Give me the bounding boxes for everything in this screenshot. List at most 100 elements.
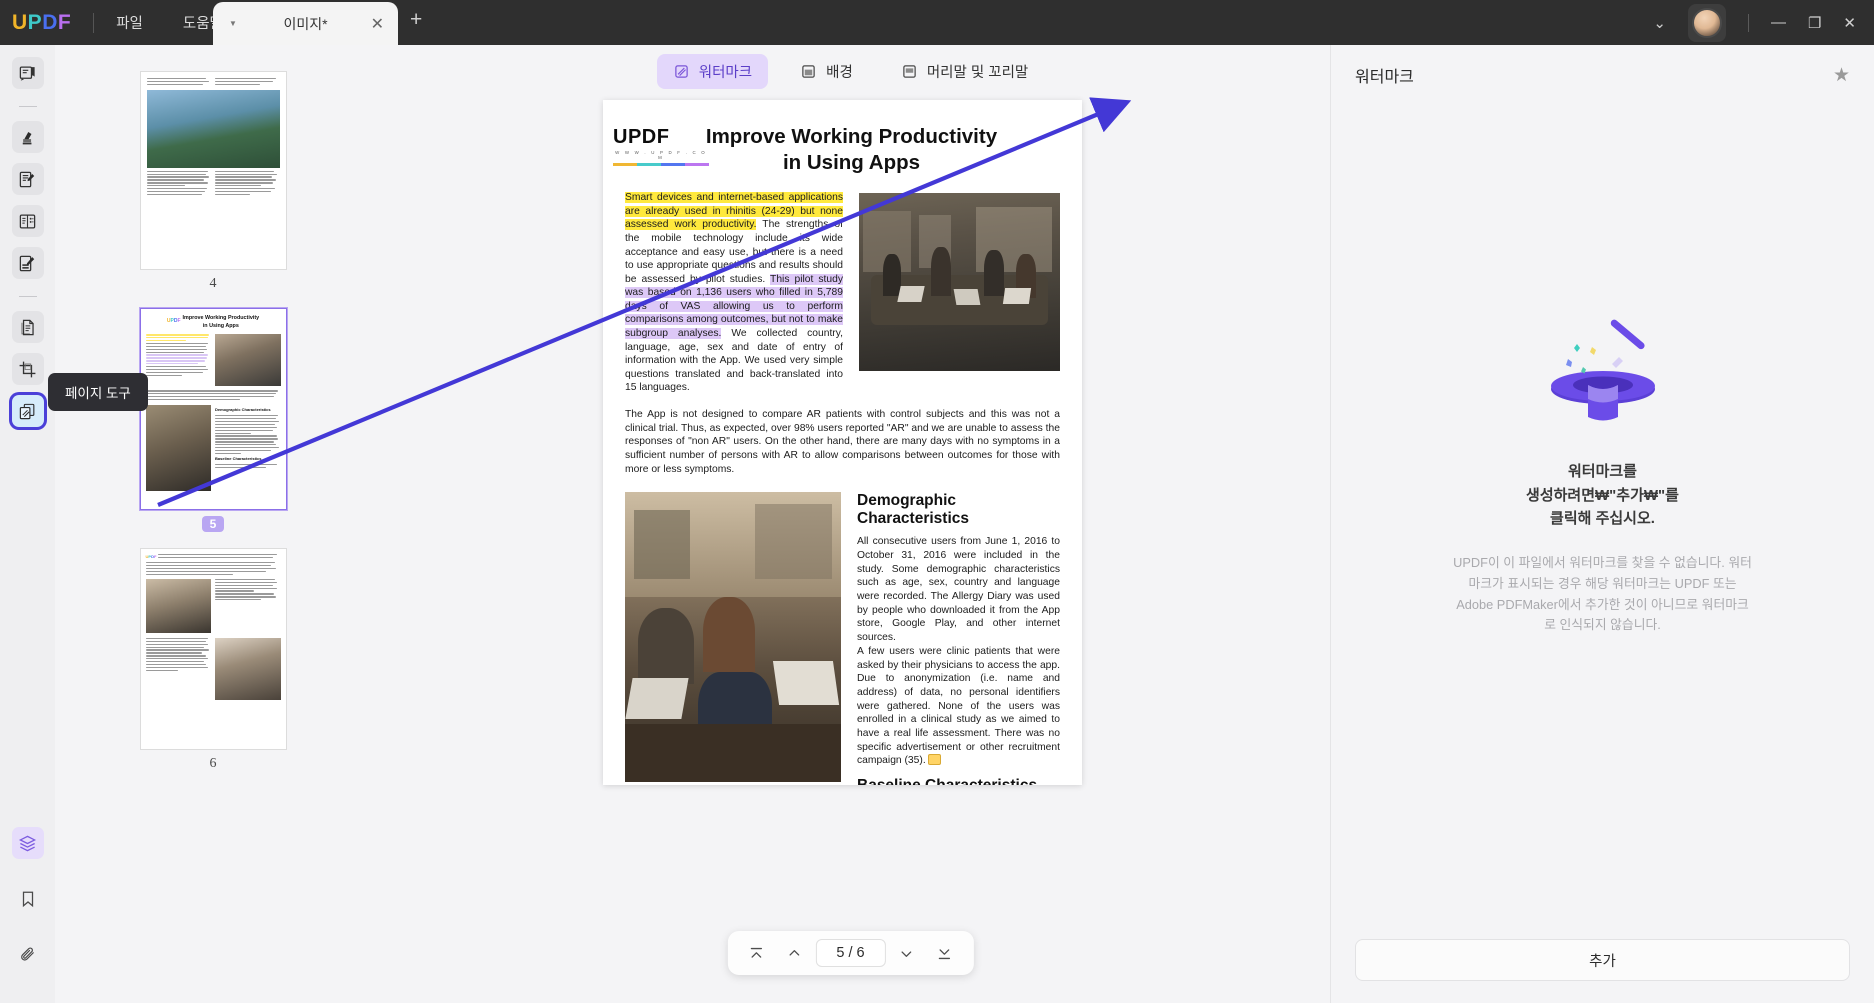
thumbnail-image	[145, 578, 211, 633]
section-heading-demographic: Demographic Characteristics	[857, 492, 970, 528]
sidebar-item-form[interactable]	[11, 205, 44, 237]
new-tab-button[interactable]: +	[410, 8, 422, 32]
thumbnail-image	[215, 637, 281, 700]
menu-file[interactable]: 파일	[116, 12, 143, 33]
form-icon	[19, 214, 36, 228]
paragraph-1: Smart devices and internet-based applica…	[625, 191, 843, 395]
updf-logo: UPDF	[12, 10, 72, 34]
sidebar-item-bookmark[interactable]	[12, 883, 44, 915]
thumbnail-item[interactable]: 4	[55, 71, 371, 308]
tab-background[interactable]: 배경	[784, 54, 869, 89]
first-page-button[interactable]	[739, 938, 773, 968]
panel-title: 워터마크	[1355, 69, 1414, 86]
magic-hat-icon	[1550, 319, 1655, 421]
last-page-icon	[938, 948, 951, 959]
first-page-icon	[750, 947, 763, 958]
empty-message-line-1: 워터마크를	[1567, 463, 1637, 480]
background-icon	[800, 63, 817, 80]
section1-paragraph-2: A few users were clinic patients that we…	[857, 645, 1060, 768]
organize-pages-icon	[21, 319, 34, 335]
sticky-note-icon[interactable]	[927, 754, 941, 766]
rail-divider-2	[18, 296, 37, 297]
watermark-panel: 워터마크 ★ 워터마크를 생성하려면₩"추가₩"를 클릭해 주십시오. UPDF…	[1330, 45, 1874, 1003]
title-bar: UPDF 파일 도움말 ▼ 이미지* ✕ + ⌄ — ❐ ✕	[0, 0, 1874, 45]
watermark-logo-bars	[613, 163, 709, 166]
tab-watermark-label: 워터마크	[698, 65, 753, 81]
pdf-page[interactable]: UPDF W W W . U P D F . C O M Improve Wor…	[603, 100, 1082, 785]
reader-icon	[19, 66, 35, 81]
tab-header-footer-label: 머리말 및 꼬리말	[926, 65, 1029, 81]
section1-paragraph-2-text: A few users were clinic patients that we…	[857, 645, 1060, 767]
tab-title: 이미지*	[283, 15, 328, 32]
sign-icon	[19, 255, 35, 271]
page-tools-tooltip: 페이지 도구	[48, 373, 148, 411]
thumbnail-image	[145, 405, 211, 492]
updf-watermark-logo: UPDF W W W . U P D F . C O M	[613, 126, 709, 166]
sidebar-item-annotate[interactable]	[11, 121, 44, 153]
content-row-2: Demographic Characteristics All consecut…	[625, 492, 1060, 785]
thumbnail-page-4[interactable]	[139, 71, 287, 270]
watermark-icon	[673, 63, 690, 80]
thumbnail-page-5[interactable]: UPDF Improve Working Productivity in Usin…	[139, 308, 287, 510]
empty-state-message: 워터마크를 생성하려면₩"추가₩"를 클릭해 주십시오.	[1526, 460, 1679, 531]
sidebar-item-sign[interactable]	[11, 247, 44, 279]
sidebar-item-layers[interactable]	[11, 827, 44, 859]
tab-header-footer[interactable]: 머리말 및 꼬리말	[885, 54, 1044, 89]
thumbnail-page-6[interactable]: UPDF	[139, 548, 287, 750]
sidebar-item-edit-pdf[interactable]	[11, 163, 44, 195]
avatar	[1691, 7, 1722, 38]
paragraph-column: Smart devices and internet-based applica…	[625, 191, 843, 395]
content-row-1: Smart devices and internet-based applica…	[625, 191, 1060, 395]
edit-pdf-icon	[19, 171, 35, 187]
sidebar-item-reader[interactable]	[11, 57, 44, 89]
watermark-logo-text: UPDF	[613, 126, 670, 148]
header-footer-icon	[901, 63, 918, 80]
left-toolbar	[0, 45, 55, 1003]
paragraph-2: The App is not designed to compare AR pa…	[625, 408, 1060, 475]
page-navigation: 5 / 6	[727, 931, 974, 975]
prev-page-button[interactable]	[777, 938, 811, 968]
thumbnail-preview: UPDF Improve Working Productivity in Usin…	[141, 309, 286, 496]
left-toolbar-bottom	[11, 827, 44, 981]
empty-state-submessage: UPDF이 이 파일에서 워터마크를 찾을 수 없습니다. 워터마크가 표시되는…	[1453, 555, 1752, 633]
section-column: Demographic Characteristics All consecut…	[857, 492, 1060, 785]
updf-window: UPDF 파일 도움말 ▼ 이미지* ✕ + ⌄ — ❐ ✕ 페이지 도구 4 …	[0, 0, 1874, 1003]
panel-header: 워터마크 ★	[1331, 45, 1874, 87]
office-workers-photo	[625, 492, 841, 783]
thumbnail-preview	[141, 72, 286, 203]
sidebar-item-organize-pages[interactable]	[11, 311, 44, 343]
highlighter-icon	[22, 131, 32, 144]
next-page-button[interactable]	[890, 938, 924, 968]
close-window-button[interactable]: ✕	[1843, 14, 1856, 32]
prev-page-icon	[789, 949, 800, 956]
minimize-button[interactable]: —	[1771, 14, 1786, 31]
thumbnail-item[interactable]: UPDF 6	[55, 548, 371, 788]
star-icon[interactable]: ★	[1833, 64, 1850, 87]
titlebar-chevron-down-icon[interactable]: ⌄	[1653, 14, 1666, 32]
restore-button[interactable]: ❐	[1808, 14, 1821, 32]
crop-icon	[19, 361, 36, 377]
tab-close-icon[interactable]: ✕	[371, 14, 384, 34]
document-tab[interactable]: ▼ 이미지* ✕	[213, 2, 398, 45]
tab-caret-icon[interactable]: ▼	[229, 19, 237, 28]
add-watermark-button[interactable]: 추가	[1355, 939, 1850, 981]
tab-background-label: 배경	[826, 65, 853, 81]
account-avatar-button[interactable]	[1687, 3, 1726, 42]
sidebar-item-page-tools[interactable]	[11, 395, 44, 427]
thumbnail-item[interactable]: UPDF Improve Working Productivity in Usin…	[55, 308, 371, 548]
tab-watermark[interactable]: 워터마크	[656, 54, 769, 89]
sidebar-item-attachment[interactable]	[12, 939, 44, 971]
meeting-room-photo	[859, 193, 1060, 372]
sidebar-item-crop[interactable]	[11, 353, 44, 385]
empty-message-line-2: 생성하려면₩"추가₩"를	[1526, 486, 1679, 504]
window-controls: ⌄ — ❐ ✕	[1653, 0, 1874, 45]
bookmark-icon	[22, 891, 33, 908]
thumbnail-number: 5	[201, 516, 225, 532]
last-page-button[interactable]	[928, 938, 962, 968]
titlebar-divider	[93, 12, 95, 33]
section1-paragraph-1: All consecutive users from June 1, 2016 …	[857, 536, 1060, 644]
next-page-icon	[901, 950, 912, 957]
page-indicator[interactable]: 5 / 6	[815, 939, 886, 967]
page-tools-icon	[19, 403, 35, 419]
thumbnail-panel[interactable]: 4 UPDF Improve Working Productivity in Us…	[55, 45, 371, 1003]
